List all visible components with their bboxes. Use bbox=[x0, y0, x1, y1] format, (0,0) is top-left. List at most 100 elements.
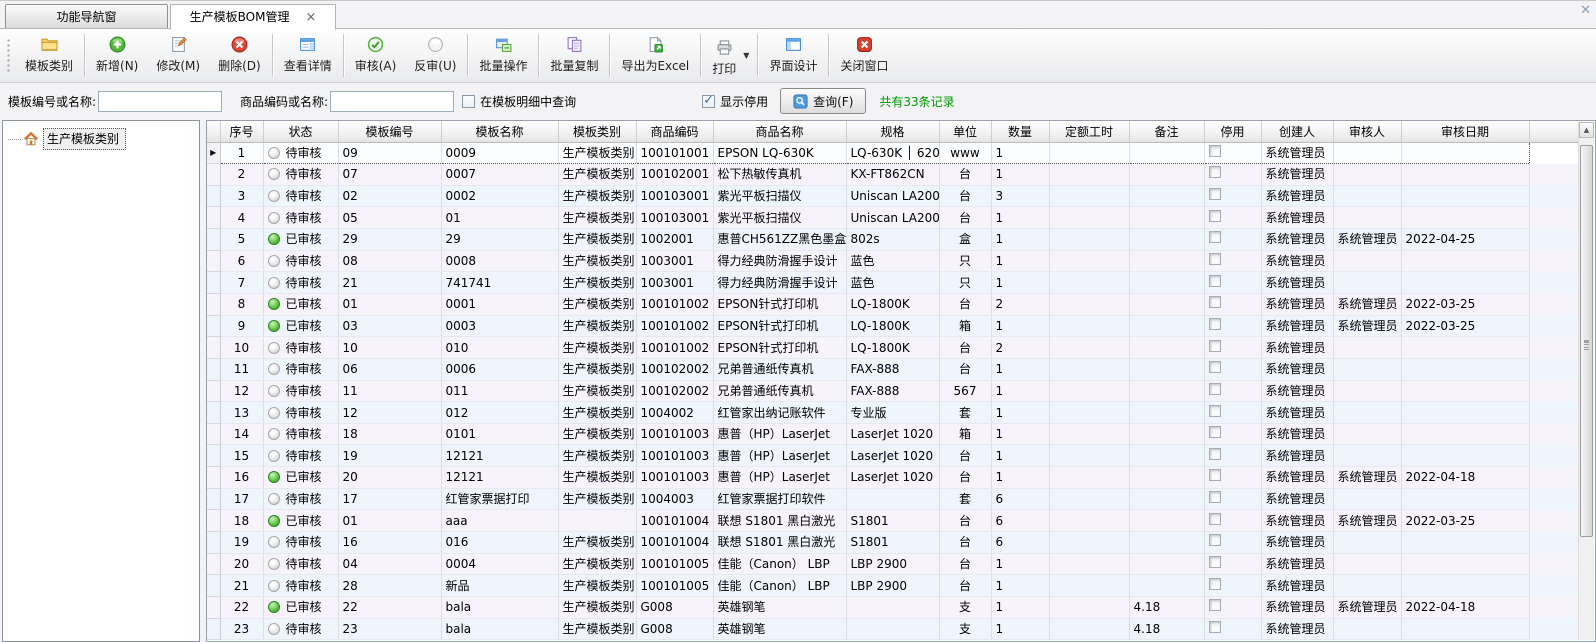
col-header-template-name[interactable]: 模板名称 bbox=[441, 121, 558, 142]
table-row[interactable]: 4待审核0501生产模板类别100103001紫光平板扫描仪Uniscan LA… bbox=[207, 207, 1579, 229]
product-filter-input[interactable] bbox=[330, 91, 454, 112]
disabled-cell[interactable] bbox=[1204, 358, 1261, 380]
table-row[interactable]: 2待审核070007生产模板类别100102001松下热敏传真机KX-FT862… bbox=[207, 164, 1579, 186]
table-row[interactable]: 13待审核12012生产模板类别1004002红管家出纳记账软件专业版套1系统管… bbox=[207, 402, 1579, 424]
disabled-checkbox[interactable] bbox=[1209, 231, 1221, 243]
table-row[interactable]: 14待审核180101生产模板类别100101003惠普（HP）LaserJet… bbox=[207, 423, 1579, 445]
table-row[interactable]: 19待审核16016生产模板类别100101004联想 S1801 黑白激光S1… bbox=[207, 532, 1579, 554]
disabled-cell[interactable] bbox=[1204, 488, 1261, 510]
query-button[interactable]: 查询(F) bbox=[780, 88, 866, 114]
disabled-cell[interactable] bbox=[1204, 185, 1261, 207]
col-header-quota-hours[interactable]: 定额工时 bbox=[1049, 121, 1129, 142]
disabled-cell[interactable] bbox=[1204, 575, 1261, 597]
table-row[interactable]: 22已审核22bala生产模板类别G008英雄钢笔支14.18系统管理员系统管理… bbox=[207, 596, 1579, 618]
batch-copy-button[interactable]: 批量复制 bbox=[541, 30, 607, 81]
toolbar-grip[interactable] bbox=[6, 38, 11, 73]
show-disabled-checkbox[interactable] bbox=[702, 95, 715, 108]
disabled-cell[interactable] bbox=[1204, 380, 1261, 402]
table-row[interactable]: 11待审核060006生产模板类别100102002兄弟普通纸传真机FAX-88… bbox=[207, 358, 1579, 380]
disabled-cell[interactable] bbox=[1204, 445, 1261, 467]
scroll-thumb[interactable] bbox=[1580, 145, 1593, 537]
view-detail-button[interactable]: 查看详情 bbox=[275, 30, 341, 81]
disabled-checkbox[interactable] bbox=[1209, 534, 1221, 546]
disabled-checkbox[interactable] bbox=[1209, 253, 1221, 265]
export-excel-button[interactable]: 导出为Excel bbox=[612, 30, 698, 81]
table-row[interactable]: 23待审核23bala生产模板类别G008英雄钢笔支14.18系统管理员 bbox=[207, 618, 1579, 640]
disabled-cell[interactable] bbox=[1204, 315, 1261, 337]
disabled-cell[interactable] bbox=[1204, 596, 1261, 618]
disabled-checkbox[interactable] bbox=[1209, 296, 1221, 308]
table-row[interactable]: 17待审核17红管家票据打印生产模板类别1004003红管家票据打印软件套6系统… bbox=[207, 488, 1579, 510]
col-header-status[interactable]: 状态 bbox=[263, 121, 338, 142]
disabled-cell[interactable] bbox=[1204, 510, 1261, 532]
disabled-checkbox[interactable] bbox=[1209, 426, 1221, 438]
disabled-cell[interactable] bbox=[1204, 618, 1261, 640]
disabled-cell[interactable] bbox=[1204, 272, 1261, 294]
col-header-category[interactable]: 模板类别 bbox=[558, 121, 636, 142]
col-header-disabled[interactable]: 停用 bbox=[1204, 121, 1261, 142]
col-header-unit[interactable]: 单位 bbox=[939, 121, 991, 142]
table-row[interactable]: 6待审核080008生产模板类别1003001得力经典防滑握手设计蓝色只1系统管… bbox=[207, 250, 1579, 272]
table-row[interactable]: 16已审核2012121生产模板类别100101003惠普（HP）LaserJe… bbox=[207, 467, 1579, 489]
disabled-checkbox[interactable] bbox=[1209, 166, 1221, 178]
table-row[interactable]: 12待审核11011生产模板类别100102002兄弟普通纸传真机FAX-888… bbox=[207, 380, 1579, 402]
disabled-cell[interactable] bbox=[1204, 229, 1261, 251]
approve-button[interactable]: 审核(A) bbox=[346, 30, 406, 81]
table-row[interactable]: 21待审核28新品生产模板类别100101005佳能（Canon） LBPLBP… bbox=[207, 575, 1579, 597]
table-row[interactable]: 15待审核1912121生产模板类别100101003惠普（HP）LaserJe… bbox=[207, 445, 1579, 467]
disabled-checkbox[interactable] bbox=[1209, 275, 1221, 287]
col-header-auditor[interactable]: 审核人 bbox=[1333, 121, 1401, 142]
disabled-cell[interactable] bbox=[1204, 293, 1261, 315]
disabled-cell[interactable] bbox=[1204, 467, 1261, 489]
print-dropdown-arrow[interactable]: ▼ bbox=[743, 51, 749, 60]
disabled-checkbox[interactable] bbox=[1209, 491, 1221, 503]
batch-operation-button[interactable]: 批量操作 bbox=[470, 30, 536, 81]
template-filter-input[interactable] bbox=[98, 91, 222, 112]
col-header-remark[interactable]: 备注 bbox=[1129, 121, 1204, 142]
disabled-checkbox[interactable] bbox=[1209, 448, 1221, 460]
disabled-checkbox[interactable] bbox=[1209, 318, 1221, 330]
table-row[interactable]: 10待审核10010生产模板类别100101002EPSON针式打印机LQ-18… bbox=[207, 337, 1579, 359]
template-category-button[interactable]: 模板类别 bbox=[16, 30, 82, 81]
tab-bom-management[interactable]: 生产模板BOM管理 × bbox=[170, 4, 336, 30]
table-row[interactable]: 5已审核2929生产模板类别1002001惠普CH561ZZ黑色墨盒802s盒1… bbox=[207, 229, 1579, 251]
disabled-cell[interactable] bbox=[1204, 553, 1261, 575]
col-header-spec[interactable]: 规格 bbox=[846, 121, 939, 142]
disabled-cell[interactable] bbox=[1204, 164, 1261, 186]
delete-button[interactable]: 删除(D) bbox=[209, 30, 270, 81]
tab-function-nav[interactable]: 功能导航窗 bbox=[5, 4, 168, 28]
disabled-checkbox[interactable] bbox=[1209, 361, 1221, 373]
disabled-checkbox[interactable] bbox=[1209, 405, 1221, 417]
disabled-cell[interactable] bbox=[1204, 337, 1261, 359]
table-row[interactable]: 7待审核21741741生产模板类别1003001得力经典防滑握手设计蓝色只1系… bbox=[207, 272, 1579, 294]
vertical-scrollbar[interactable]: ▲ bbox=[1578, 122, 1594, 640]
tree-item-root[interactable]: 生产模板类别 bbox=[3, 128, 199, 150]
disabled-checkbox[interactable] bbox=[1209, 210, 1221, 222]
disabled-cell[interactable] bbox=[1204, 250, 1261, 272]
add-button[interactable]: 新增(N) bbox=[87, 30, 147, 81]
col-header-template-no[interactable]: 模板编号 bbox=[338, 121, 441, 142]
disabled-cell[interactable] bbox=[1204, 207, 1261, 229]
edit-button[interactable]: 修改(M) bbox=[147, 30, 209, 81]
disabled-cell[interactable] bbox=[1204, 142, 1261, 164]
col-header-audit-date[interactable]: 审核日期 bbox=[1401, 121, 1529, 142]
table-row[interactable]: 3待审核020002生产模板类别100103001紫光平板扫描仪Uniscan … bbox=[207, 185, 1579, 207]
disabled-checkbox[interactable] bbox=[1209, 599, 1221, 611]
disabled-checkbox[interactable] bbox=[1209, 621, 1221, 633]
table-row[interactable]: 20待审核040004生产模板类别100101005佳能（Canon） LBPL… bbox=[207, 553, 1579, 575]
col-header-qty[interactable]: 数量 bbox=[991, 121, 1049, 142]
table-row[interactable]: ▶1待审核090009生产模板类别100101001EPSON LQ-630KL… bbox=[207, 142, 1579, 164]
scroll-up-arrow[interactable]: ▲ bbox=[1579, 122, 1594, 138]
col-header-creator[interactable]: 创建人 bbox=[1261, 121, 1333, 142]
print-button[interactable]: 打印 bbox=[703, 33, 745, 79]
unapprove-button[interactable]: 反审(U) bbox=[405, 30, 465, 81]
tab-close-icon[interactable]: × bbox=[305, 11, 316, 24]
disabled-checkbox[interactable] bbox=[1209, 513, 1221, 525]
window-close-icon[interactable]: ✕ bbox=[1580, 3, 1591, 18]
table-row[interactable]: 8已审核010001生产模板类别100101002EPSON针式打印机LQ-18… bbox=[207, 293, 1579, 315]
disabled-checkbox[interactable] bbox=[1209, 340, 1221, 352]
disabled-checkbox[interactable] bbox=[1209, 188, 1221, 200]
disabled-checkbox[interactable] bbox=[1209, 469, 1221, 481]
col-header-product-name[interactable]: 商品名称 bbox=[713, 121, 846, 142]
disabled-checkbox[interactable] bbox=[1209, 578, 1221, 590]
